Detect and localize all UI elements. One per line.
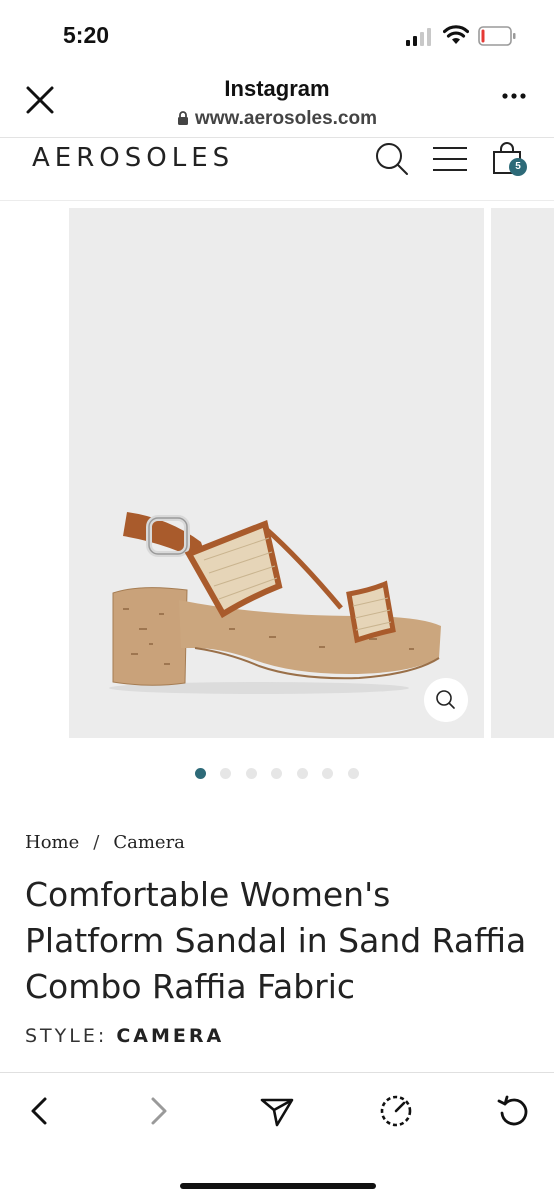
forward-arrow-icon[interactable] [138,1091,178,1131]
reload-icon[interactable] [494,1091,534,1131]
carousel-dot[interactable] [220,768,231,779]
home-indicator [180,1183,376,1189]
browser-title: Instagram [224,76,330,101]
search-icon[interactable] [374,141,410,177]
breadcrumb-separator: / [93,832,100,853]
cellular-signal-icon [406,28,431,46]
url-text: www.aerosoles.com [195,108,377,129]
cart-button[interactable]: 5 [490,139,530,181]
sandal-product-image [109,512,441,694]
style-label: STYLE: [25,1025,108,1047]
next-product-image-peek[interactable] [491,208,554,738]
style-value: CAMERA [116,1025,225,1047]
breadcrumb-current-link[interactable]: Camera [113,832,185,853]
carousel-dot[interactable] [297,768,308,779]
product-style: STYLE: CAMERA [25,1025,224,1047]
url-display: www.aerosoles.com [0,108,554,130]
wifi-icon [443,25,469,44]
more-options-icon[interactable] [498,84,530,108]
brand-logo[interactable]: AEROSOLES [32,143,234,173]
cart-count-badge: 5 [509,158,527,176]
breadcrumb: Home / Camera [25,832,185,853]
share-send-icon[interactable] [257,1091,297,1131]
hamburger-menu-icon[interactable] [432,145,468,173]
carousel-dot[interactable] [195,768,206,779]
carousel-dot[interactable] [246,768,257,779]
back-arrow-icon[interactable] [20,1091,60,1131]
product-image[interactable] [69,208,484,738]
carousel-dot[interactable] [348,768,359,779]
battery-low-icon [478,26,516,46]
carousel-dot[interactable] [271,768,282,779]
carousel-dot[interactable] [322,768,333,779]
status-time: 5:20 [63,22,110,48]
browser-toolbar [0,1072,554,1200]
zoom-icon[interactable] [424,678,468,722]
product-image-carousel[interactable] [0,208,554,738]
lock-icon [178,111,188,125]
breadcrumb-home-link[interactable]: Home [25,832,79,853]
status-bar: 5:20 [0,0,554,70]
in-app-browser-header: Instagram www.aerosoles.com [0,70,554,138]
open-in-browser-compass-icon[interactable] [376,1091,416,1131]
product-title: Comfortable Women's Platform Sandal in S… [25,875,527,1006]
site-header: AEROSOLES 5 [0,139,554,201]
